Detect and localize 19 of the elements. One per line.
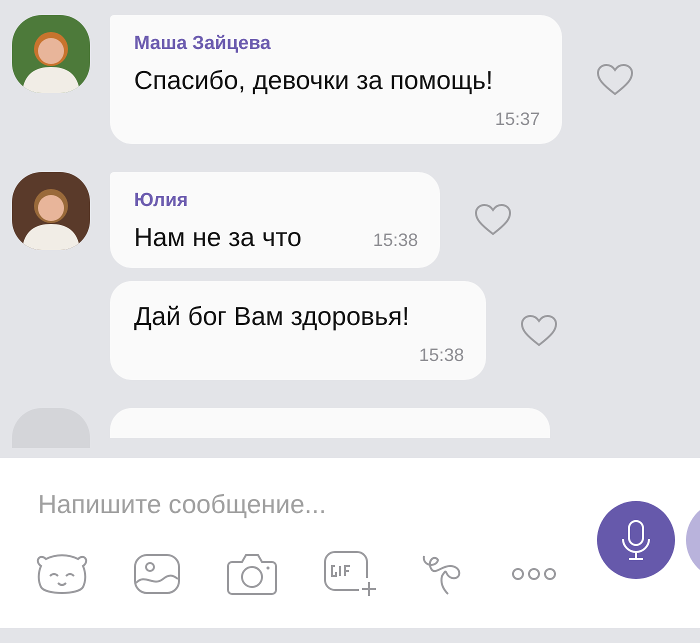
microphone-icon [621,519,651,561]
gif-add-icon[interactable] [323,550,377,598]
camera-icon[interactable] [226,552,278,596]
avatar[interactable] [12,15,90,93]
image-icon[interactable] [133,553,181,595]
message-time: 15:37 [494,109,540,130]
heart-icon[interactable] [520,314,558,348]
heart-icon[interactable] [596,62,634,96]
more-icon[interactable] [511,567,557,581]
sender-name: Маша Зайцева [134,33,272,55]
avatar[interactable] [12,172,90,250]
message-time: 15:38 [372,230,418,251]
sender-name: Юлия [134,190,189,212]
message-time: 15:38 [418,345,464,366]
message-text: Спасибо, девочки за помощь! [134,64,493,97]
message-input[interactable]: Напишите сообщение... [36,488,540,521]
message-text: Дай бог Вам здоровья! [134,300,410,333]
message-text: Нам не за что [134,221,302,254]
heart-icon[interactable] [474,203,512,237]
